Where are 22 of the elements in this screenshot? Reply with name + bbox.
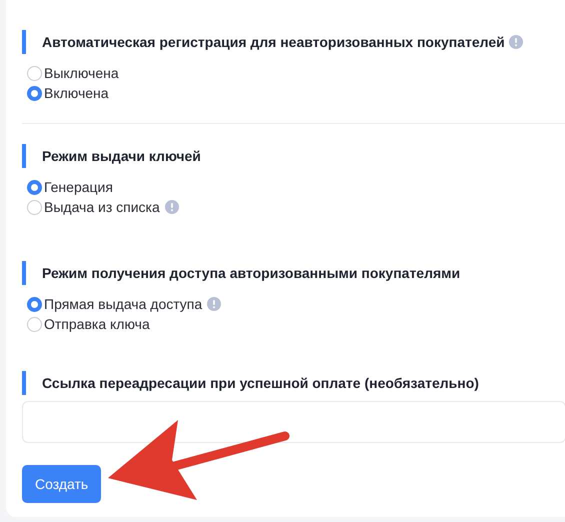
radio-button[interactable] <box>27 316 42 332</box>
radio-label[interactable]: Прямая выдача доступа <box>44 294 202 314</box>
radio-button[interactable] <box>27 66 42 80</box>
radio-label[interactable]: Выдача из списка <box>44 196 160 218</box>
radio-label[interactable]: Генерация <box>44 176 113 198</box>
radio-label[interactable]: Отправка ключа <box>44 314 150 334</box>
accent-bar <box>22 30 26 54</box>
radio-button[interactable] <box>27 180 42 194</box>
section-title: Режим получения доступа авторизованными покупателями <box>42 264 460 283</box>
accent-bar <box>22 371 26 395</box>
radio-label[interactable]: Включена <box>44 82 109 104</box>
radio-button[interactable] <box>27 296 42 312</box>
radio-button[interactable] <box>27 86 42 100</box>
create-button[interactable]: Создать <box>22 465 102 503</box>
section-title: Ссылка переадресации при успешной оплате (необязательно) <box>42 374 479 393</box>
section-title: Автоматическая регистрация для неавторизованных покупателей <box>42 32 505 52</box>
accent-bar <box>22 261 26 285</box>
radio-button[interactable] <box>27 200 42 214</box>
accent-bar <box>22 144 26 168</box>
url-input-field[interactable] <box>22 401 565 443</box>
section-title: Режим выдачи ключей <box>42 146 201 166</box>
radio-label[interactable]: Выключена <box>44 62 119 84</box>
